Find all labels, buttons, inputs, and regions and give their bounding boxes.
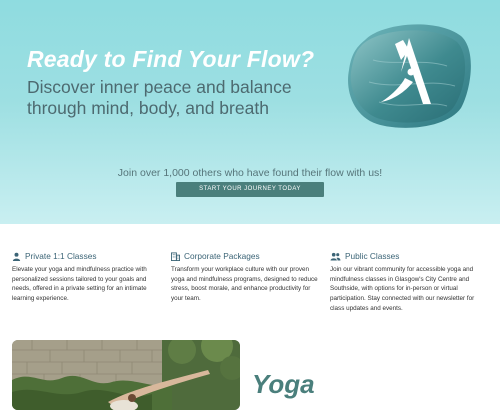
feature-title: Corporate Packages: [184, 251, 260, 261]
feature-title: Public Classes: [345, 251, 400, 261]
building-icon: [171, 251, 180, 261]
feature-private-classes: Private 1:1 Classes Elevate your yoga an…: [12, 250, 164, 304]
feature-title: Private 1:1 Classes: [25, 251, 97, 261]
group-icon: [330, 252, 341, 261]
yoga-section-heading: Yoga: [252, 369, 315, 399]
feature-description: Elevate your yoga and mindfulness practi…: [12, 266, 147, 303]
person-icon: [12, 252, 21, 261]
feature-corporate-packages: Corporate Packages Transform your workpl…: [171, 250, 323, 304]
hero-section: Ready to Find Your Flow? Discover inner …: [0, 0, 500, 224]
feature-description: Transform your workplace culture with ou…: [171, 266, 318, 303]
join-community-text: Join over 1,000 others who have found th…: [117, 167, 383, 179]
feature-header: Public Classes: [330, 250, 488, 262]
start-journey-button[interactable]: START YOUR JOURNEY TODAY: [176, 182, 324, 197]
feature-public-classes: Public Classes Join our vibrant communit…: [330, 250, 488, 314]
logo-a-mark: [348, 24, 471, 128]
feature-header: Corporate Packages: [171, 250, 323, 262]
feature-description: Join our vibrant community for accessibl…: [330, 266, 475, 312]
hero-title: Ready to Find Your Flow?: [27, 46, 315, 72]
hero-subtitle: Discover inner peace and balance through…: [27, 77, 292, 118]
feature-header: Private 1:1 Classes: [12, 250, 164, 262]
